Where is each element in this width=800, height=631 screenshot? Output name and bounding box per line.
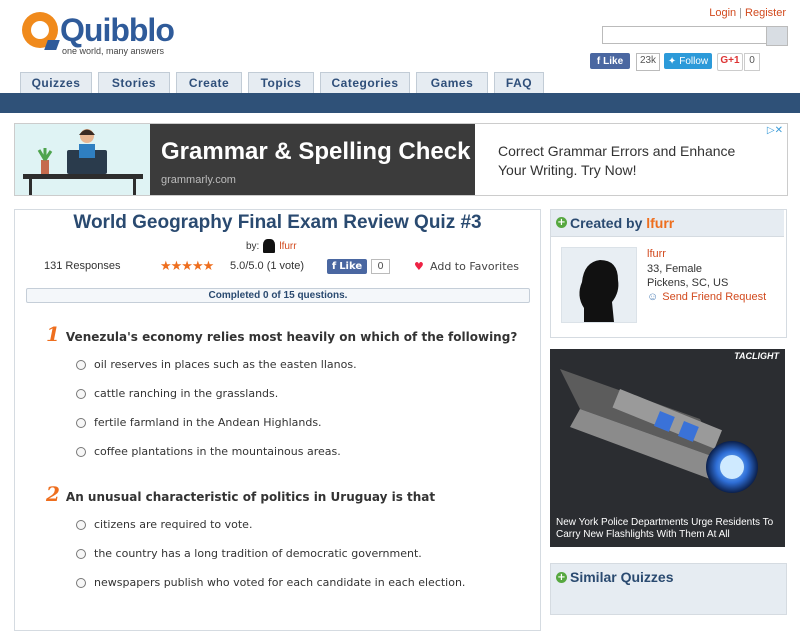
creator-location: Pickens, SC, US — [647, 277, 729, 289]
question-text: An unusual characteristic of politics in… — [65, 490, 436, 504]
answer-option[interactable]: citizens are required to vote. — [76, 518, 252, 531]
question-number: 1 — [46, 322, 60, 346]
creator-age-gender: 33, Female — [647, 263, 703, 275]
answer-option[interactable]: oil reserves in places such as the easte… — [76, 358, 357, 371]
ad-domain: grammarly.com — [161, 174, 236, 186]
side-ad-caption: New York Police Departments Urge Residen… — [556, 517, 774, 540]
answer-option-label: newspapers publish who voted for each ca… — [94, 576, 466, 589]
answer-option[interactable]: the country has a long tradition of demo… — [76, 547, 422, 560]
nav-bar-strip — [0, 93, 800, 113]
question-1: 1 Venezula's economy relies most heavily… — [46, 322, 517, 346]
facebook-like-count: 23k — [636, 53, 660, 71]
radio-button[interactable] — [76, 388, 86, 399]
rating-stars[interactable]: ★★★★★ — [160, 258, 214, 274]
logo-mark-icon — [22, 12, 60, 50]
plus-icon: + — [556, 572, 567, 583]
login-link[interactable]: Login — [709, 7, 736, 19]
side-ad-brand: TACLIGHT — [734, 351, 779, 361]
plus-icon: + — [556, 217, 567, 228]
main-nav: Quizzes Stories Create Topics Categories… — [20, 72, 544, 93]
responses-count: 131 Responses — [44, 260, 121, 272]
add-friend-icon: ☺ — [647, 291, 659, 303]
register-link[interactable]: Register — [745, 7, 786, 19]
twitter-bird-icon: ✦ — [667, 55, 677, 67]
question-text: Venezula's economy relies most heavily o… — [65, 330, 518, 344]
radio-button[interactable] — [76, 519, 86, 530]
link-separator: | — [739, 7, 743, 19]
radio-button[interactable] — [76, 359, 86, 370]
quiz-progress-bar: Completed 0 of 15 questions. — [26, 288, 530, 303]
creator-avatar[interactable] — [561, 247, 637, 323]
twitter-follow-label: Follow — [679, 55, 709, 67]
heart-icon: ♥ — [414, 259, 424, 273]
add-to-favorites-label: Add to Favorites — [430, 260, 520, 273]
facebook-like-button[interactable]: f Like — [590, 53, 630, 69]
tab-quizzes[interactable]: Quizzes — [20, 72, 92, 93]
creator-heading-name[interactable]: lfurr — [646, 215, 674, 231]
answer-option-label: citizens are required to vote. — [94, 518, 253, 531]
answer-option-label: cattle ranching in the grasslands. — [94, 387, 279, 400]
tab-stories[interactable]: Stories — [98, 72, 170, 93]
answer-option[interactable]: newspapers publish who voted for each ca… — [76, 576, 465, 589]
ad-body: Correct Grammar Errors and Enhance Your … — [498, 143, 736, 178]
ad-banner[interactable]: Grammar & Spelling Check grammarly.com C… — [14, 123, 788, 196]
answer-option[interactable]: fertile farmland in the Andean Highlands… — [76, 416, 322, 429]
creator-heading: Created by lfurr — [570, 215, 674, 231]
rating-text: 5.0/5.0 (1 vote) — [230, 260, 304, 272]
send-friend-request-link[interactable]: ☺ Send Friend Request — [647, 291, 766, 303]
author-link[interactable]: lfurr — [279, 241, 296, 252]
ad-title: Grammar & Spelling Check — [161, 138, 471, 165]
radio-button[interactable] — [76, 417, 86, 428]
quiz-facebook-like-count: 0 — [371, 259, 390, 274]
quiz-title: World Geography Final Exam Review Quiz #… — [73, 212, 482, 233]
add-to-favorites-link[interactable]: ♥ Add to Favorites — [414, 260, 519, 273]
logo-text: Quibblo — [60, 12, 175, 48]
question-2: 2 An unusual characteristic of politics … — [46, 482, 435, 506]
question-number: 2 — [46, 482, 60, 506]
tab-categories[interactable]: Categories — [320, 72, 410, 93]
answer-option-label: the country has a long tradition of demo… — [94, 547, 422, 560]
google-plus-count: 0 — [744, 53, 760, 71]
creator-profile-name[interactable]: lfurr — [647, 248, 666, 260]
facebook-like-label: Like — [603, 55, 624, 67]
quiz-facebook-like-label: Like — [339, 261, 363, 272]
ad-close-icon[interactable]: ▷✕ — [767, 125, 783, 136]
side-ad[interactable]: TACLIGHT New York Police Departments Urg… — [550, 349, 785, 547]
answer-option-label: fertile farmland in the Andean Highlands… — [94, 416, 322, 429]
facebook-icon: f — [331, 261, 337, 272]
answer-option-label: oil reserves in places such as the easte… — [94, 358, 357, 371]
tab-games[interactable]: Games — [416, 72, 488, 93]
logo-tagline: one world, many answers — [62, 46, 165, 56]
by-label: by: — [246, 240, 260, 252]
radio-button[interactable] — [76, 548, 86, 559]
radio-button[interactable] — [76, 446, 86, 457]
account-links: Login | Register — [709, 7, 786, 19]
creator-heading-prefix: Created by — [570, 215, 643, 231]
tab-faq[interactable]: FAQ — [494, 72, 544, 93]
quiz-byline: by: lfurr — [246, 239, 297, 253]
answer-option[interactable]: coffee plantations in the mountainous ar… — [76, 445, 341, 458]
google-plus-button[interactable]: G+1 — [717, 53, 743, 71]
author-avatar[interactable] — [263, 239, 276, 253]
search-input[interactable] — [602, 26, 768, 44]
similar-quizzes-heading: Similar Quizzes — [570, 569, 674, 585]
answer-option-label: coffee plantations in the mountainous ar… — [94, 445, 341, 458]
facebook-icon: f — [596, 55, 601, 67]
ad-illustration — [15, 124, 150, 195]
tab-topics[interactable]: Topics — [248, 72, 314, 93]
send-friend-request-label: Send Friend Request — [662, 291, 767, 303]
tab-create[interactable]: Create — [176, 72, 242, 93]
search-button[interactable] — [766, 26, 788, 46]
site-logo[interactable]: Quibblo one world, many answers — [22, 12, 182, 56]
quiz-facebook-like-button[interactable]: f Like — [327, 259, 367, 274]
radio-button[interactable] — [76, 577, 86, 588]
twitter-follow-button[interactable]: ✦ Follow — [664, 53, 712, 69]
answer-option[interactable]: cattle ranching in the grasslands. — [76, 387, 278, 400]
